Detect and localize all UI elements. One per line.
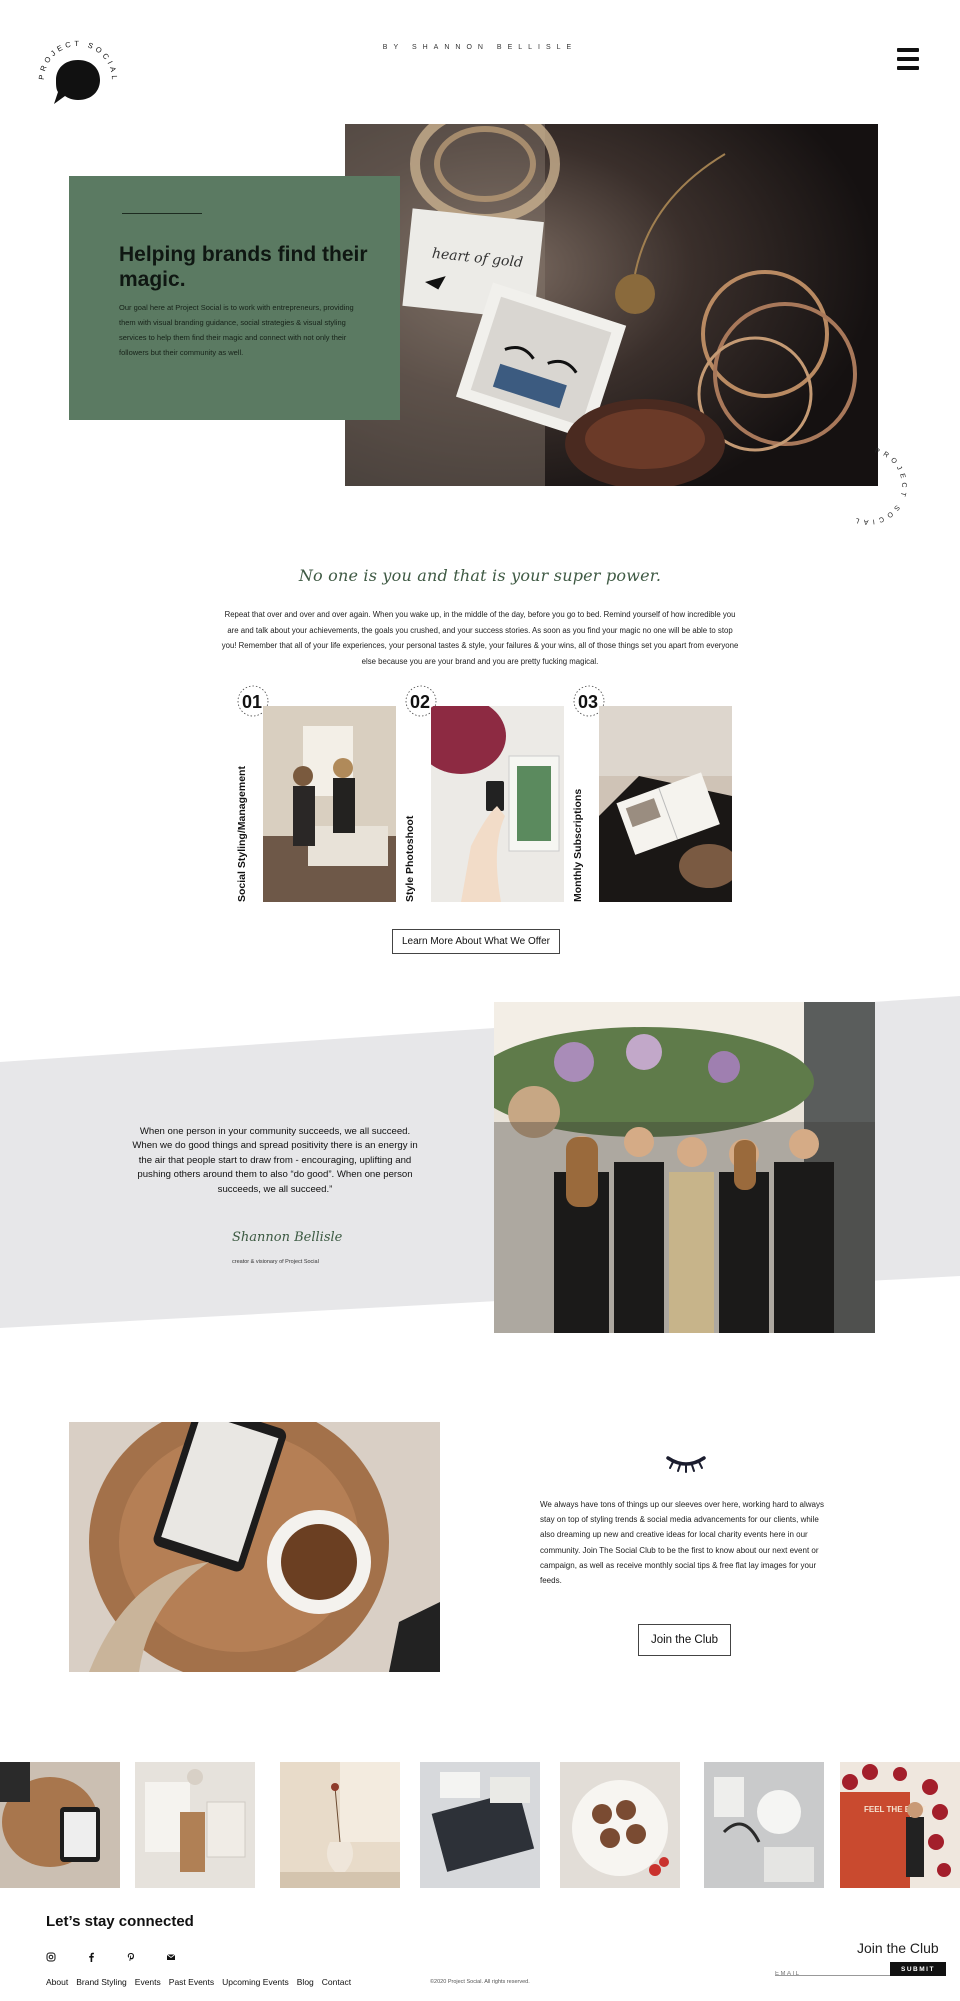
footer-link-blog[interactable]: Blog <box>297 1977 314 1987</box>
email-icon[interactable] <box>166 1952 176 1962</box>
footer-link-past-events[interactable]: Past Events <box>169 1977 214 1987</box>
copyright-text: ©2020 Project Social. All rights reserve… <box>430 1979 530 1985</box>
join-the-club-button[interactable]: Join the Club <box>638 1624 731 1656</box>
instagram-tile[interactable] <box>704 1762 824 1888</box>
service-card-social-styling[interactable]: 01 Social Styling/Management <box>232 685 396 908</box>
coffee-flatlay-photo <box>69 1422 440 1672</box>
service-card-monthly-subscriptions[interactable]: 03 Monthly Subscriptions <box>568 685 732 908</box>
service-label: Style Photoshoot <box>404 815 416 902</box>
instagram-tile[interactable] <box>0 1762 120 1888</box>
service-photo-social-styling <box>263 706 396 902</box>
service-label: Social Styling/Management <box>236 766 248 902</box>
service-card-style-photoshoot[interactable]: 02 Style Photoshoot <box>400 685 564 908</box>
hero-intro-card: Helping brands find their magic. Our goa… <box>69 176 400 420</box>
hero-title: Helping brands find their magic. <box>119 243 368 291</box>
hero-card-rule <box>122 213 202 214</box>
statement-script-title: No one is you and that is your super pow… <box>298 566 662 585</box>
footer-nav: About Brand Styling Events Past Events Upcom… <box>46 1977 359 1987</box>
community-quote: When one person in your community succee… <box>132 1126 418 1195</box>
signature-caption: creator & visionary of Project Social <box>232 1259 319 1265</box>
social-club-description: We always have tons of things up our sle… <box>540 1500 824 1586</box>
footer-social-links <box>46 1949 206 1962</box>
footer-join-club-title: Join the Club <box>857 1940 939 1956</box>
submit-button[interactable]: SUBMIT <box>890 1962 946 1976</box>
hero-description: Our goal here at Project Social is to wo… <box>119 303 354 357</box>
community-group-photo <box>494 1002 875 1333</box>
service-number: 01 <box>242 692 263 712</box>
statement-body: Repeat that over and over and over again… <box>221 610 739 666</box>
instagram-tile[interactable]: FEEL THE BEAT <box>840 1762 960 1888</box>
instagram-tile[interactable] <box>135 1762 255 1888</box>
instagram-tile[interactable] <box>420 1762 540 1888</box>
hero-flatlay-photo: heart of gold <box>345 124 878 486</box>
instagram-tile[interactable] <box>280 1762 400 1888</box>
signature: Shannon Bellisle <box>232 1230 343 1245</box>
svg-text:PROJECT SOCIAL: PROJECT SOCIAL <box>851 448 907 526</box>
facebook-icon[interactable] <box>86 1952 96 1962</box>
service-label: Monthly Subscriptions <box>572 788 584 902</box>
instagram-icon[interactable] <box>46 1952 56 1962</box>
service-photo-style-photoshoot <box>431 706 564 902</box>
hamburger-menu-icon[interactable] <box>897 48 919 78</box>
instagram-tile[interactable] <box>560 1762 680 1888</box>
service-number: 02 <box>410 692 431 712</box>
email-field-wrapper <box>775 1962 890 1981</box>
footer-heading: Let’s stay connected <box>46 1913 194 1930</box>
email-input[interactable] <box>775 1967 890 1981</box>
footer-link-brand-styling[interactable]: Brand Styling <box>76 1977 127 1987</box>
corner-circular-text: PROJECT SOCIAL <box>820 438 916 534</box>
footer-link-contact[interactable]: Contact <box>322 1977 351 1987</box>
service-number: 03 <box>578 692 599 712</box>
footer-link-about[interactable]: About <box>46 1977 68 1987</box>
header-tagline: BY SHANNON BELLISLE <box>382 44 578 51</box>
footer-link-events[interactable]: Events <box>135 1977 161 1987</box>
footer-link-upcoming-events[interactable]: Upcoming Events <box>222 1977 289 1987</box>
eyelash-icon <box>664 1452 708 1474</box>
pinterest-icon[interactable] <box>126 1952 136 1962</box>
learn-more-button[interactable]: Learn More About What We Offer <box>392 929 560 954</box>
service-photo-monthly-subscriptions <box>599 706 732 902</box>
